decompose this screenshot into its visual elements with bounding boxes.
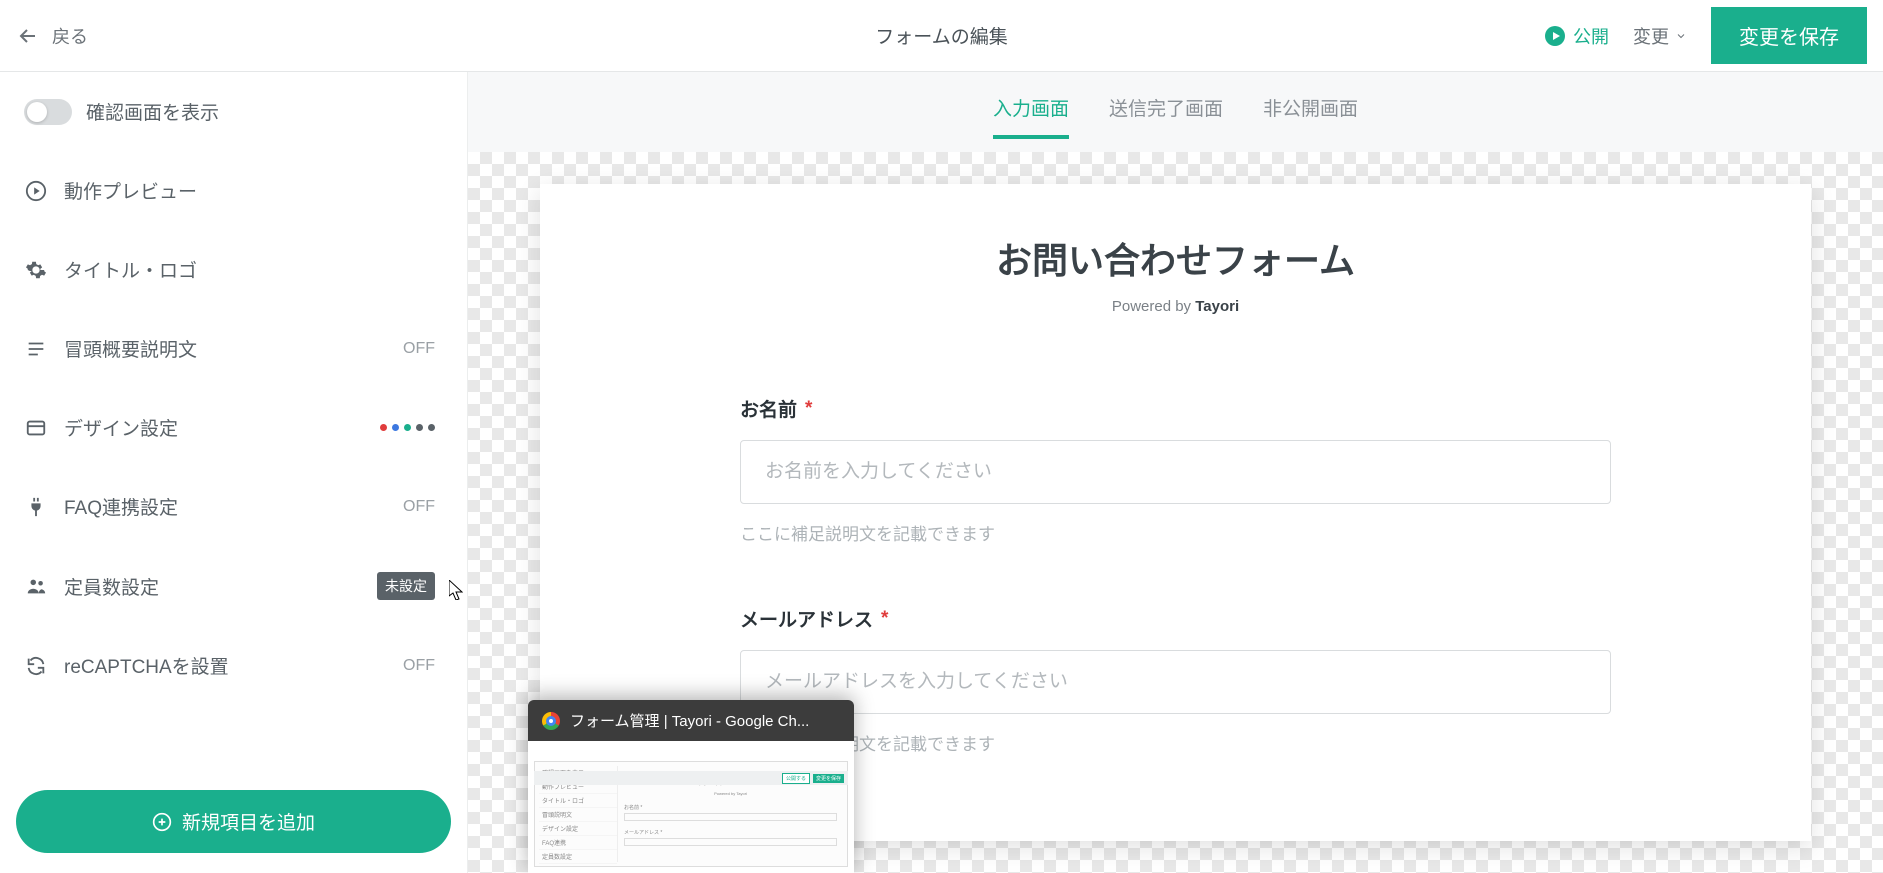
- sidebar-item-design[interactable]: デザイン設定: [0, 388, 467, 467]
- add-item-label: 新規項目を追加: [182, 808, 315, 835]
- gear-icon: [24, 258, 48, 282]
- email-input[interactable]: [740, 650, 1611, 714]
- sidebar-item-preview[interactable]: 動作プレビュー: [0, 151, 467, 230]
- sidebar-item-faq[interactable]: FAQ連携設定 OFF: [0, 467, 467, 546]
- chevron-down-icon: [1675, 30, 1687, 42]
- sidebar-item-label: 冒頭概要説明文: [64, 335, 403, 362]
- form-field-email[interactable]: メールアドレス * ここに補足説明文を記載できます: [740, 605, 1611, 755]
- recaptcha-icon: [24, 654, 48, 678]
- sidebar-item-status: OFF: [403, 657, 435, 675]
- field-label-text: お名前: [740, 395, 797, 422]
- sidebar-item-label: reCAPTCHAを設置: [64, 652, 403, 679]
- sidebar-item-label: 定員数設定: [64, 573, 377, 600]
- plug-icon: [24, 495, 48, 519]
- sidebar-item-capacity[interactable]: 定員数設定 未設定: [0, 546, 467, 626]
- save-button[interactable]: 変更を保存: [1711, 7, 1867, 64]
- plus-circle-icon: [152, 812, 172, 832]
- name-input[interactable]: [740, 440, 1611, 504]
- sidebar-item-label: FAQ連携設定: [64, 493, 403, 520]
- back-button[interactable]: 戻る: [16, 23, 88, 49]
- back-label: 戻る: [52, 23, 88, 49]
- taskbar-window-preview[interactable]: フォーム管理 | Tayori - Google Ch... 公開する変更を保存…: [528, 700, 854, 873]
- sidebar-item-status: OFF: [403, 340, 435, 358]
- form-title: お問い合わせフォーム: [740, 232, 1611, 284]
- field-label-text: メールアドレス: [740, 605, 873, 632]
- chrome-icon: [542, 712, 560, 730]
- users-icon: [24, 574, 48, 598]
- sidebar-item-title-logo[interactable]: タイトル・ロゴ: [0, 230, 467, 309]
- status-badge: 未設定: [377, 572, 435, 600]
- required-icon: *: [805, 398, 812, 420]
- arrow-left-icon: [16, 24, 40, 48]
- add-item-button[interactable]: 新規項目を追加: [16, 790, 451, 853]
- field-label: メールアドレス *: [740, 605, 1611, 632]
- confirm-screen-label: 確認画面を表示: [86, 98, 443, 125]
- tab-complete-screen[interactable]: 送信完了画面: [1109, 94, 1223, 139]
- powered-by: Powered by Tayori: [740, 298, 1611, 315]
- page-title: フォームの編集: [875, 22, 1007, 49]
- palette-icon: [24, 416, 48, 440]
- text-lines-icon: [24, 337, 48, 361]
- sidebar-item-label: タイトル・ロゴ: [64, 256, 443, 283]
- change-dropdown[interactable]: 変更: [1633, 23, 1687, 49]
- taskbar-preview-header: フォーム管理 | Tayori - Google Ch...: [528, 700, 854, 741]
- required-icon: *: [881, 608, 888, 630]
- sidebar: 確認画面を表示 動作プレビュー タイトル・ロゴ 冒頭概要説明文 OFF デザイン…: [0, 72, 468, 873]
- sidebar-item-label: デザイン設定: [64, 414, 380, 441]
- form-field-name[interactable]: お名前 * ここに補足説明文を記載できます: [740, 395, 1611, 545]
- powered-brand: Tayori: [1195, 298, 1239, 315]
- toggle-switch[interactable]: [24, 99, 72, 125]
- publish-button[interactable]: 公開: [1545, 23, 1609, 49]
- field-hint: ここに補足説明文を記載できます: [740, 520, 1611, 545]
- powered-prefix: Powered by: [1112, 298, 1195, 315]
- play-circle-icon: [24, 179, 48, 203]
- sidebar-item-status: OFF: [403, 498, 435, 516]
- field-label: お名前 *: [740, 395, 1611, 422]
- confirm-screen-toggle-row[interactable]: 確認画面を表示: [0, 72, 467, 151]
- view-tabs: 入力画面 送信完了画面 非公開画面: [468, 72, 1883, 139]
- tab-private-screen[interactable]: 非公開画面: [1263, 94, 1358, 139]
- field-hint: ここに補足説明文を記載できます: [740, 730, 1611, 755]
- taskbar-preview-title: フォーム管理 | Tayori - Google Ch...: [570, 710, 809, 731]
- header-actions: 公開 変更 変更を保存: [1545, 7, 1867, 64]
- tab-input-screen[interactable]: 入力画面: [993, 94, 1069, 139]
- header: 戻る フォームの編集 公開 変更 変更を保存: [0, 0, 1883, 72]
- publish-label: 公開: [1573, 23, 1609, 49]
- sidebar-item-recaptcha[interactable]: reCAPTCHAを設置 OFF: [0, 626, 467, 705]
- color-dots-icon: [380, 424, 435, 431]
- sidebar-item-intro-text[interactable]: 冒頭概要説明文 OFF: [0, 309, 467, 388]
- sidebar-item-label: 動作プレビュー: [64, 177, 443, 204]
- change-label: 変更: [1633, 23, 1669, 49]
- taskbar-preview-thumbnail: 公開する変更を保存 確認画面を表示動作プレビュータイトル・ロゴ冒頭説明文デザイン…: [528, 741, 854, 873]
- play-icon: [1545, 26, 1565, 46]
